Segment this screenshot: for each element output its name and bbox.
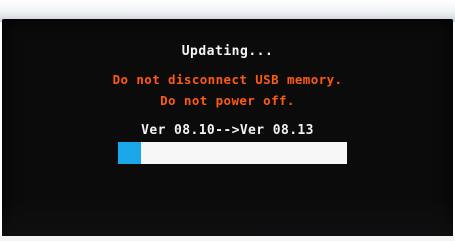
update-progress-bar — [118, 142, 347, 164]
power-warning-text: Do not power off. — [160, 93, 295, 108]
update-progress-fill — [118, 142, 141, 164]
updating-status-text: Updating... — [181, 44, 274, 59]
bottom-bezel — [0, 236, 455, 241]
usb-warning-text: Do not disconnect USB memory. — [112, 72, 343, 87]
version-upgrade-text: Ver 08.10-->Ver 08.13 — [141, 123, 314, 138]
photo-frame: Updating... Do not disconnect USB memory… — [0, 0, 455, 241]
